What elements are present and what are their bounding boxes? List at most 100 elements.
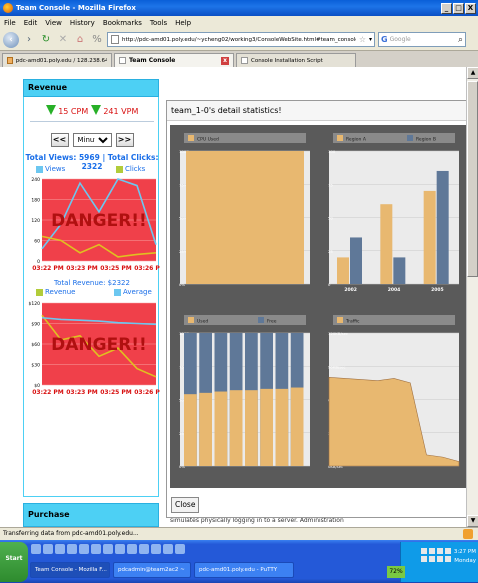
bar [229,390,243,466]
status-bar: Transferring data from pdc-amd01.poly.ed… [0,527,478,540]
next-button[interactable]: >> [115,133,134,147]
url-bar[interactable]: http://pdc-amd01.poly.edu/~ycheng02/work… [107,32,375,47]
addon-icon[interactable] [463,529,473,539]
scroll-down-icon[interactable]: ▼ [467,515,478,527]
quicklaunch-icon[interactable] [127,544,137,554]
search-box[interactable]: G Google ⌕ [378,32,466,47]
x-tick-label: 2005 [431,287,444,293]
quick-launch [31,544,185,554]
quicklaunch-icon[interactable] [151,544,161,554]
quicklaunch-icon[interactable] [139,544,149,554]
taskbar-item-terminal[interactable]: pdcadmin@team2ac2 ~ [113,562,191,578]
legend-label: CPU Used [197,137,219,143]
quicklaunch-icon[interactable] [79,544,89,554]
quicklaunch-icon[interactable] [175,544,185,554]
scrollbar-thumb[interactable] [467,81,478,277]
views-clicks-chart: 240 180 120 60 0 03:22 PM 03:23 PM 03:25 PM 03:2… [24,175,160,277]
stop-icon[interactable]: ✕ [56,33,70,47]
minimize-button[interactable]: _ [441,2,452,14]
reload-icon[interactable]: ↻ [39,33,53,47]
vertical-scrollbar[interactable]: ▲ ▼ [466,67,478,527]
search-icon[interactable]: ⌕ [458,35,463,45]
menu-tools[interactable]: Tools [150,19,167,27]
windows-taskbar: Start Team Console - Mozilla F... pdcadm… [0,540,478,583]
tab-strip: pdc-amd01.poly.edu / 128.238.64.5 / game… [0,51,478,67]
window-titlebar: Team Console - Mozilla Firefox _ □ X [0,0,478,16]
maximize-button[interactable]: □ [453,2,464,14]
previous-button[interactable]: << [50,133,69,147]
revenue-heading: Revenue [23,79,159,97]
tray-icon[interactable] [445,548,451,554]
close-window-button[interactable]: X [465,2,476,14]
tray-icon[interactable] [421,548,427,554]
time-unit-select[interactable]: Minutes [72,133,112,147]
bar [245,390,258,466]
dialog-title: team_1-0's detail statistics! [167,101,466,121]
battery-indicator[interactable]: 72% [387,566,405,578]
start-button[interactable]: Start [0,542,28,582]
y-tick-label: $30 [31,363,40,369]
x-tick-label: 2004 [388,287,401,293]
quicklaunch-icon[interactable] [91,544,101,554]
y-tick-label: 180 [31,198,40,204]
clock[interactable]: 3:27 PM Monday [454,548,476,566]
legend-swatch [116,165,123,173]
close-dialog-button[interactable]: Close [171,497,200,513]
vpm-value: 241 VPM [103,107,139,116]
search-input[interactable]: Google [390,36,456,43]
cpm-value: 15 CPM [58,107,89,116]
quicklaunch-icon[interactable] [103,544,113,554]
tray-icon[interactable] [437,556,443,562]
bar [290,387,304,466]
url-text: http://pdc-amd01.poly.edu/~ycheng02/work… [122,36,356,43]
forward-icon[interactable]: › [22,33,36,47]
quicklaunch-icon[interactable] [163,544,173,554]
google-icon: G [381,35,388,44]
quicklaunch-icon[interactable] [115,544,125,554]
quicklaunch-icon[interactable] [55,544,65,554]
legend-label: Clicks [125,165,146,173]
tray-icon[interactable] [421,556,427,562]
bar [214,391,228,466]
tab-close-icon[interactable]: x [221,56,229,65]
tray-icon[interactable] [429,556,435,562]
tab-phpmyadmin[interactable]: pdc-amd01.poly.edu / 128.238.64.5 / game… [2,53,112,67]
menu-edit[interactable]: Edit [24,19,38,27]
rss-icon[interactable]: % [90,33,104,47]
legend-average: Average [114,288,152,296]
tab-console-installation[interactable]: Console Installation Script [236,53,356,67]
bar [275,388,289,466]
back-icon[interactable]: ‹ [3,31,19,48]
bar [337,257,349,284]
bar [393,257,406,284]
tray-icon[interactable] [429,548,435,554]
legend-label: Used [197,319,208,325]
y-tick-label: $90 [31,322,40,328]
rate-indicators: 15 CPM 241 VPM [24,105,160,116]
bar [436,170,449,284]
tab-favicon [119,57,126,64]
bookmark-star-icon[interactable]: ☆ [359,35,366,44]
menu-bookmarks[interactable]: Bookmarks [103,19,142,27]
y-tick-label: 120KB/sec [328,331,348,336]
url-dropdown-icon[interactable]: ▾ [369,36,372,43]
home-icon[interactable]: ⌂ [73,33,87,47]
quicklaunch-icon[interactable] [67,544,77,554]
bar [199,392,212,466]
quicklaunch-icon[interactable] [43,544,53,554]
menu-help[interactable]: Help [175,19,191,27]
menu-view[interactable]: View [45,19,62,27]
taskbar-item-firefox[interactable]: Team Console - Mozilla F... [30,562,110,578]
taskbar-item-putty[interactable]: pdc-amd01.poly.edu - PuTTY [194,562,294,578]
x-tick-label: 03:25 PM [100,389,132,396]
time-controls: << Minutes >> [24,133,160,147]
quicklaunch-icon[interactable] [31,544,41,554]
detail-statistics-dialog: team_1-0's detail statistics! CPU Used 10… [166,100,466,518]
tray-icon[interactable] [445,556,451,562]
menu-file[interactable]: File [4,19,16,27]
menu-history[interactable]: History [70,19,95,27]
x-tick-label: 2002 [344,287,357,293]
scroll-up-icon[interactable]: ▲ [467,67,478,79]
tray-icon[interactable] [437,548,443,554]
tab-team-console[interactable]: Team Console x [114,53,234,67]
